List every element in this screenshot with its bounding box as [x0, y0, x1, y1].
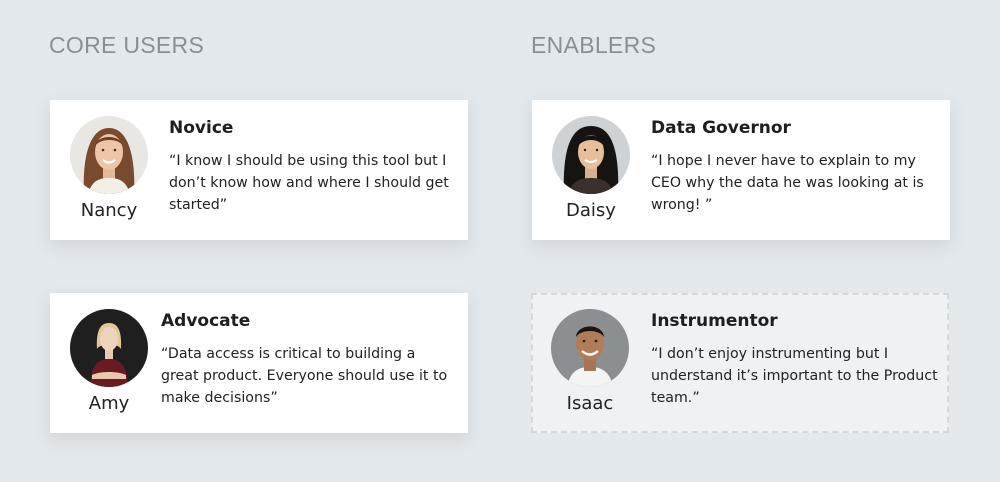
persona-quote: “I know I should be using this tool but … [169, 153, 449, 213]
persona-quote: “I hope I never have to explain to my CE… [651, 153, 924, 213]
persona-role: Advocate [161, 311, 251, 331]
persona-role: Data Governor [651, 118, 791, 138]
avatar [552, 116, 630, 194]
persona-role: Novice [169, 118, 234, 138]
persona-role: Instrumentor [651, 311, 778, 331]
persona-card-instrumentor: Isaac Instrumentor “I don’t enjoy instru… [531, 293, 949, 433]
persona-quote: “Data access is critical to building a g… [161, 346, 448, 406]
avatar [70, 116, 148, 194]
avatar [551, 309, 629, 387]
section-title-enablers: ENABLERS [531, 32, 657, 58]
persona-name: Daisy [566, 200, 616, 221]
persona-name: Nancy [80, 200, 138, 221]
persona-card-advocate: Amy Advocate “Data access is critical to… [50, 293, 468, 433]
persona-quote: “I don’t enjoy instrumenting but I under… [651, 346, 938, 406]
persona-name: Isaac [566, 393, 614, 414]
persona-card-data-governor: Daisy Data Governor “I hope I never have… [532, 100, 950, 240]
persona-name: Amy [88, 393, 130, 414]
avatar [70, 309, 148, 387]
persona-card-novice: Nancy Novice “I know I should be using t… [50, 100, 468, 240]
section-title-core-users: CORE USERS [49, 32, 205, 58]
